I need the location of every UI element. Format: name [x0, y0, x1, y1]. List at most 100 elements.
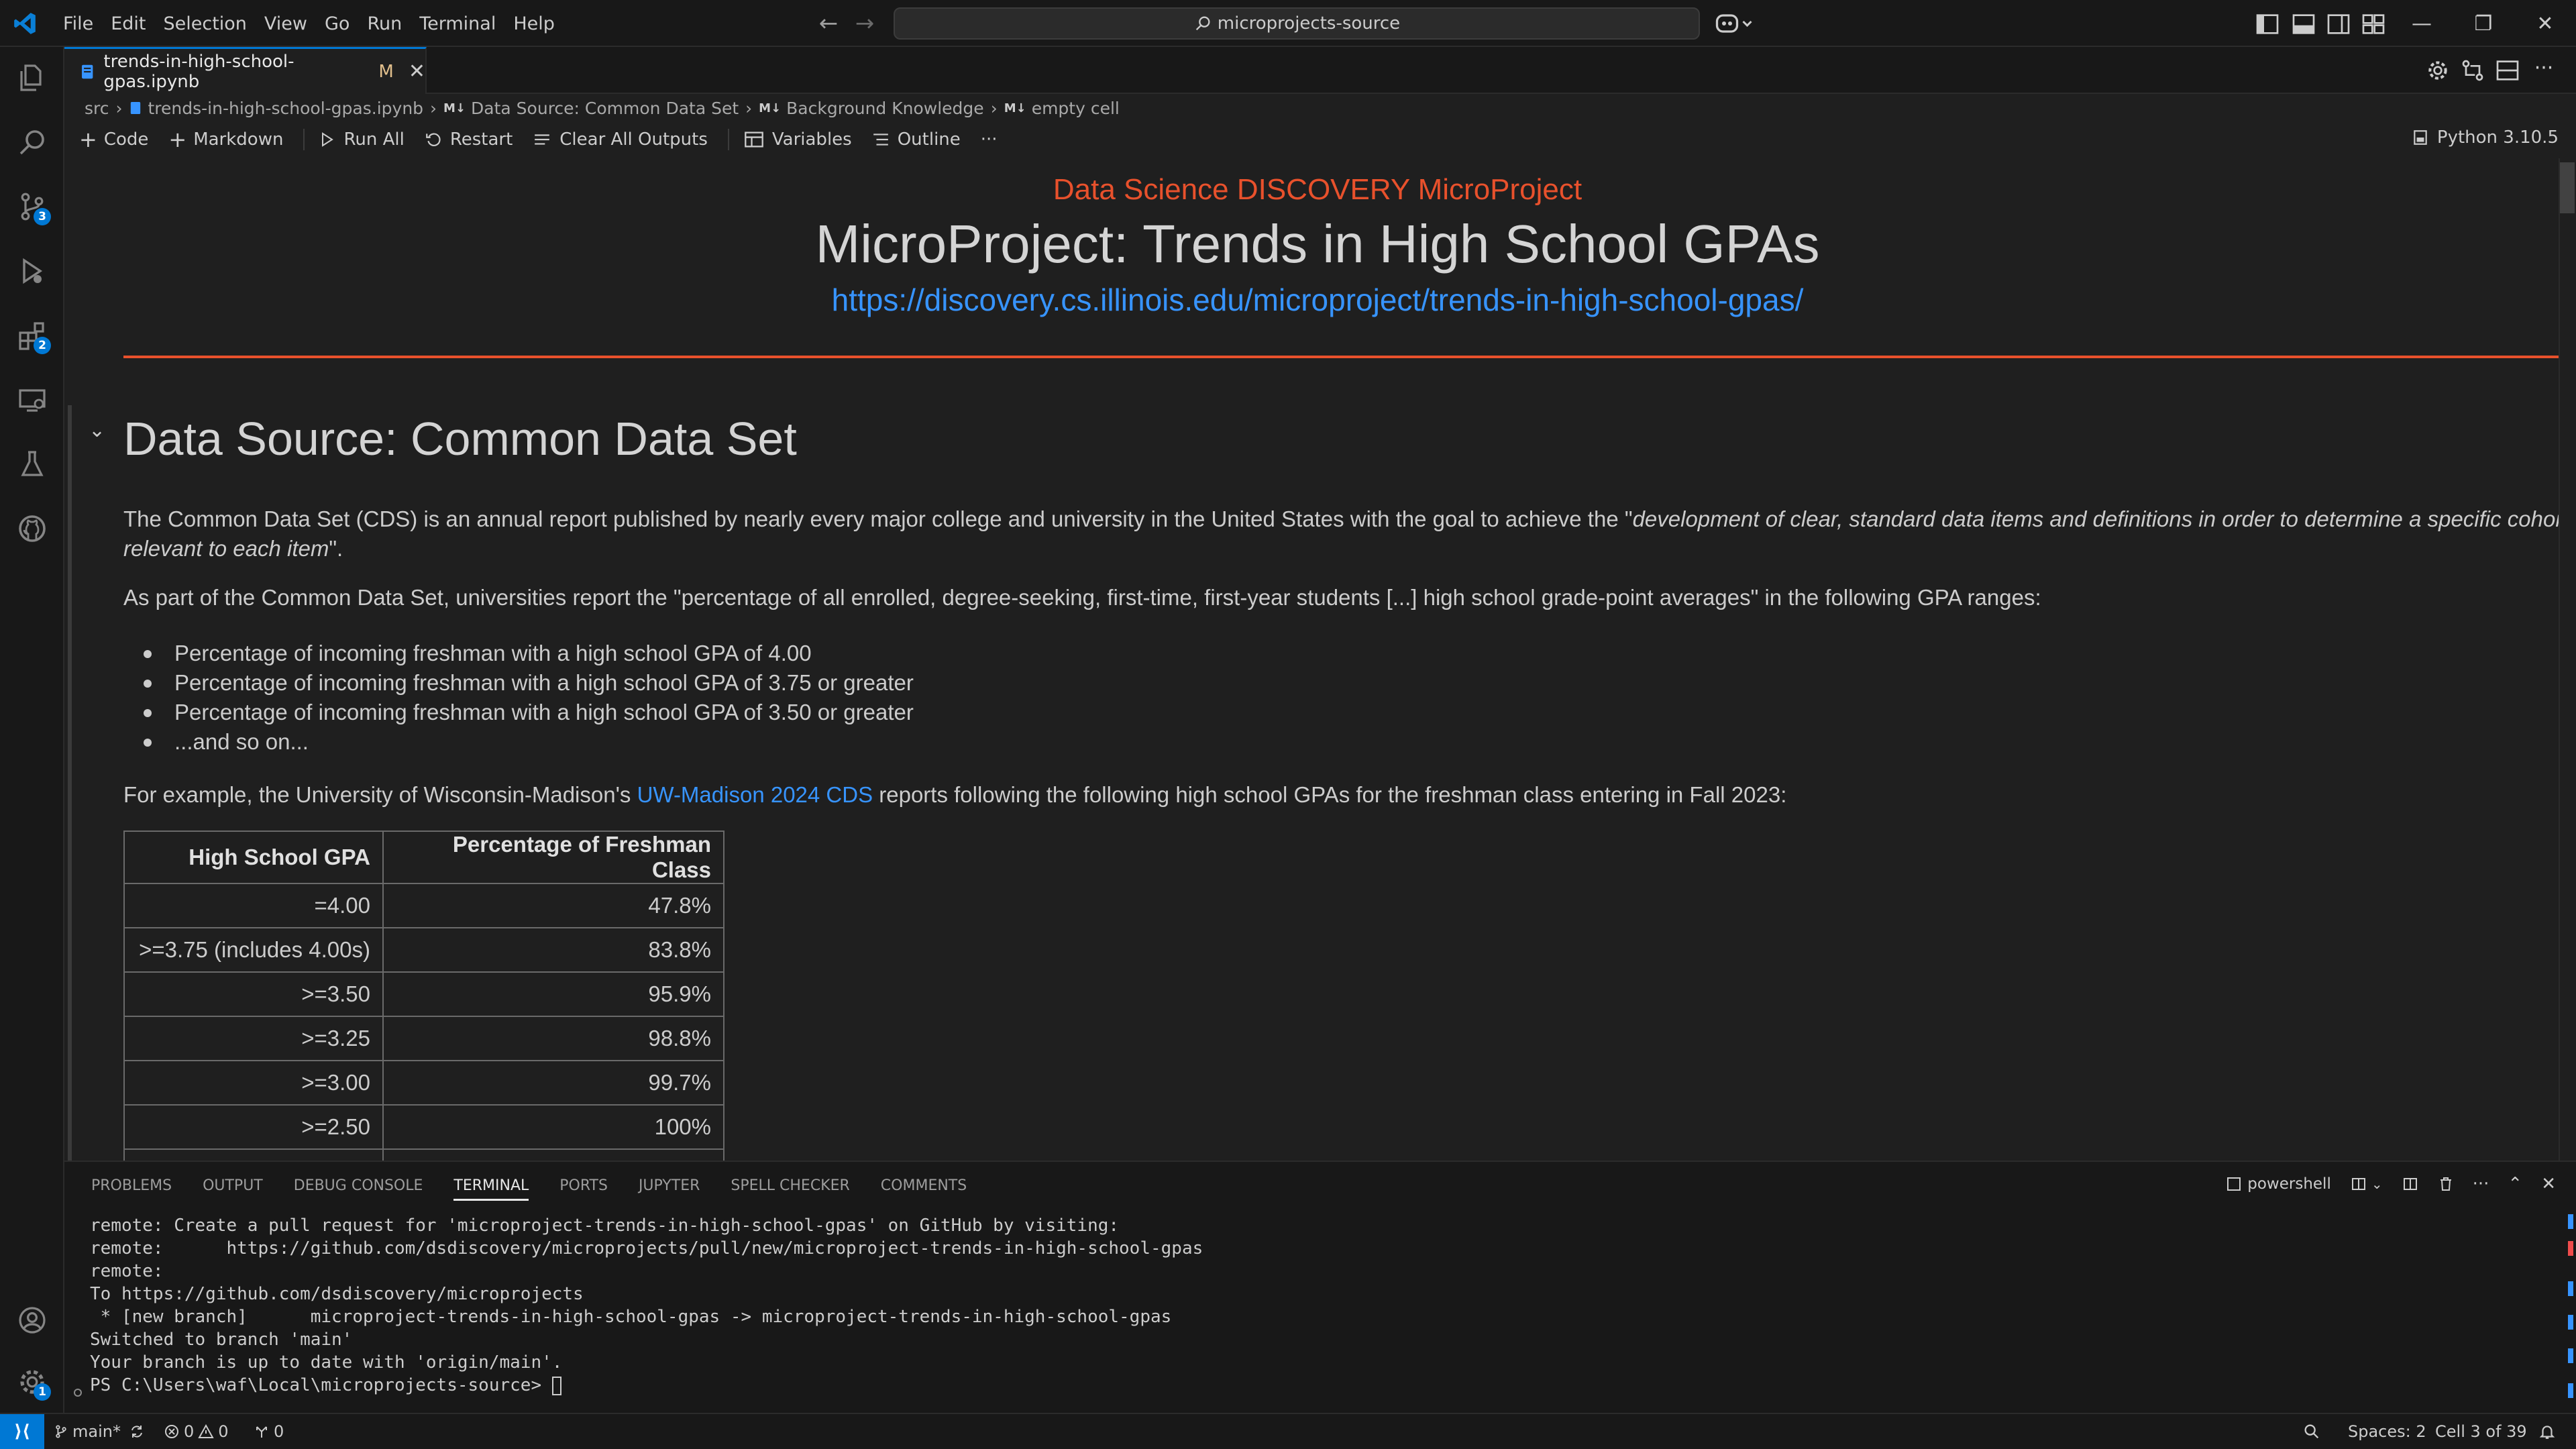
forward-arrow-icon[interactable]: → — [851, 9, 879, 38]
run-all-button[interactable]: Run All — [319, 129, 405, 150]
ports-status[interactable]: 0 — [254, 1414, 284, 1449]
tab-comments[interactable]: COMMENTS — [881, 1162, 967, 1210]
close-window-icon[interactable]: ✕ — [2514, 0, 2576, 47]
breadcrumb-section-data-source[interactable]: Data Source: Common Data Set — [471, 99, 739, 118]
outline-button[interactable]: Outline — [872, 129, 961, 150]
kernel-picker[interactable]: Python 3.10.5 — [2412, 127, 2559, 148]
add-code-cell-button[interactable]: + Code — [79, 127, 148, 152]
variables-icon — [745, 131, 763, 148]
tab-ports[interactable]: PORTS — [559, 1162, 608, 1210]
explorer-icon[interactable] — [16, 62, 48, 94]
accounts-icon[interactable] — [16, 1304, 48, 1336]
toggle-panel-icon[interactable] — [2290, 11, 2317, 38]
breadcrumb-file[interactable]: trends-in-high-school-gpas.ipynb — [148, 99, 424, 118]
cell-focus-indicator — [68, 405, 72, 1161]
tab-spell-checker[interactable]: SPELL CHECKER — [731, 1162, 849, 1210]
git-branch-icon — [56, 1425, 66, 1438]
notebook-scrollbar[interactable] — [2559, 158, 2576, 1161]
restore-icon[interactable]: ❐ — [2453, 0, 2514, 47]
settings-badge: 1 — [34, 1383, 51, 1401]
horizontal-rule — [123, 356, 2565, 358]
restart-button[interactable]: Restart — [425, 129, 513, 150]
tab-problems[interactable]: PROBLEMS — [91, 1162, 172, 1210]
toggle-sidebar-icon[interactable] — [2254, 11, 2281, 38]
table-cell: >=2.00 — [123, 1148, 384, 1161]
indentation-status[interactable]: Spaces: 2 — [2348, 1414, 2426, 1449]
restart-label: Restart — [449, 129, 513, 150]
menu-go[interactable]: Go — [317, 13, 358, 34]
minimize-icon[interactable]: — — [2391, 0, 2453, 47]
copilot-icon[interactable] — [1714, 11, 1754, 36]
menu-terminal[interactable]: Terminal — [411, 13, 504, 34]
scrollbar-thumb[interactable] — [2560, 162, 2575, 213]
column-header: High School GPA — [123, 830, 384, 884]
clear-all-outputs-button[interactable]: Clear All Outputs — [533, 129, 708, 150]
uw-madison-cds-link[interactable]: UW-Madison 2024 CDS — [637, 782, 873, 807]
more-actions-icon[interactable]: ··· — [2530, 57, 2557, 84]
terminal-scrollbar[interactable] — [2564, 1214, 2576, 1409]
variables-button[interactable]: Variables — [744, 129, 852, 150]
maximize-panel-icon[interactable]: ⌃ — [2508, 1174, 2522, 1194]
terminal-prompt-line[interactable]: PS C:\Users\waf\Local\microprojects-sour… — [90, 1374, 1203, 1397]
sync-icon[interactable] — [129, 1424, 145, 1440]
tab-jupyter[interactable]: JUPYTER — [639, 1162, 700, 1210]
customize-layout-icon[interactable] — [2360, 11, 2387, 38]
command-center-search[interactable]: microprojects-source — [894, 7, 1700, 40]
toggle-secondary-sidebar-icon[interactable] — [2325, 11, 2352, 38]
tab-label: trends-in-high-school-gpas.ipynb — [103, 51, 294, 92]
testing-icon[interactable] — [16, 448, 48, 480]
open-changes-icon[interactable] — [2459, 57, 2486, 84]
split-terminal-icon[interactable]: ⌄ — [2350, 1176, 2383, 1192]
error-icon — [165, 1425, 178, 1438]
more-toolbar-actions-button[interactable]: ··· — [981, 129, 998, 150]
tab-output[interactable]: OUTPUT — [203, 1162, 263, 1210]
menu-edit[interactable]: Edit — [103, 13, 154, 34]
notifications-bell-icon[interactable] — [2538, 1414, 2560, 1449]
activity-bar: 3 2 1 — [0, 47, 64, 1413]
tab-notebook[interactable]: trends-in-high-school-gpas.ipynb M ✕ — [64, 47, 427, 94]
close-panel-icon[interactable]: ✕ — [2541, 1174, 2556, 1194]
remote-indicator-icon[interactable]: ⟩⟨ — [0, 1414, 44, 1449]
clear-all-label: Clear All Outputs — [559, 129, 708, 150]
table-cell: 100% — [382, 1104, 724, 1150]
trash-icon[interactable] — [2438, 1175, 2454, 1193]
table-row: >=3.75 (includes 4.00s) 83.8% — [123, 927, 724, 973]
cell-position-status[interactable]: Cell 3 of 39 — [2435, 1414, 2527, 1449]
zoom-icon[interactable] — [2302, 1414, 2325, 1449]
terminal-line: remote: Create a pull request for 'micro… — [90, 1216, 1120, 1236]
breadcrumb-section-background[interactable]: Background Knowledge — [786, 99, 984, 118]
more-actions-icon[interactable]: ··· — [2473, 1174, 2489, 1194]
gear-icon[interactable] — [2424, 57, 2451, 84]
command-center-text: microprojects-source — [1217, 13, 1401, 34]
split-editor-icon[interactable] — [2494, 57, 2521, 84]
run-debug-icon[interactable] — [16, 255, 48, 287]
breadcrumb-src[interactable]: src — [85, 99, 109, 118]
terminal-shell-selector[interactable]: powershell — [2226, 1175, 2331, 1193]
back-arrow-icon[interactable]: ← — [814, 9, 843, 38]
table-cell: >=3.00 — [123, 1060, 384, 1106]
close-icon[interactable]: ✕ — [409, 60, 425, 83]
remote-explorer-icon[interactable] — [16, 384, 48, 416]
terminal-output[interactable]: remote: Create a pull request for 'micro… — [90, 1214, 1203, 1397]
outline-icon — [873, 133, 888, 146]
chevron-down-icon[interactable]: ⌄ — [89, 419, 105, 442]
tab-debug-console[interactable]: DEBUG CONSOLE — [294, 1162, 423, 1210]
microproject-link[interactable]: https://discovery.cs.illinois.edu/microp… — [123, 282, 2512, 318]
notebook-editor[interactable]: Data Science DISCOVERY MicroProject Micr… — [64, 158, 2576, 1161]
breadcrumb-empty-cell[interactable]: empty cell — [1032, 99, 1120, 118]
split-editor-icon[interactable] — [2402, 1176, 2419, 1192]
menu-help[interactable]: Help — [505, 13, 563, 34]
menu-run[interactable]: Run — [359, 13, 410, 34]
github-icon[interactable] — [16, 513, 48, 545]
search-view-icon[interactable] — [16, 126, 48, 158]
command-decoration-icon[interactable] — [74, 1389, 82, 1397]
branch-status[interactable]: main* — [54, 1414, 149, 1449]
menu-view[interactable]: View — [256, 13, 315, 34]
tab-terminal[interactable]: TERMINAL — [453, 1162, 529, 1210]
menu-selection[interactable]: Selection — [155, 13, 254, 34]
table-cell: 99.7% — [382, 1060, 724, 1106]
problems-status[interactable]: 0 0 — [164, 1414, 229, 1449]
add-markdown-cell-button[interactable]: + Markdown — [168, 127, 283, 152]
menu-file[interactable]: File — [55, 13, 101, 34]
toolbar-divider — [727, 129, 729, 150]
